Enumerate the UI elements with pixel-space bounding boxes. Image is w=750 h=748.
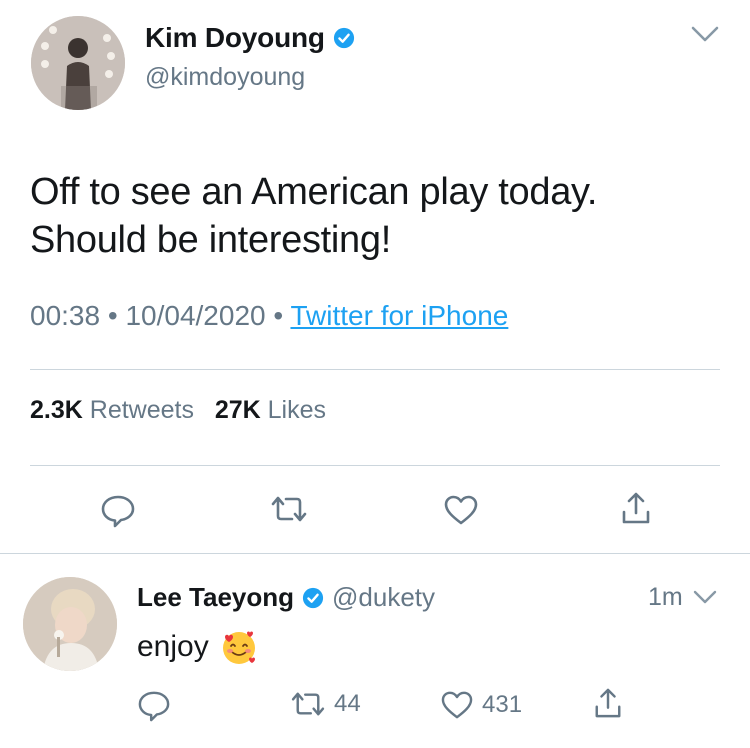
reply-text-content: enjoy (137, 630, 209, 663)
reply-button[interactable] (100, 494, 136, 528)
likes-label[interactable]: Likes (268, 396, 326, 424)
retweets-label[interactable]: Retweets (90, 396, 194, 424)
tweet-source-link[interactable]: Twitter for iPhone (290, 300, 508, 331)
reply-retweet-button[interactable]: 44 (290, 690, 361, 718)
author-name[interactable]: Kim Doyoung (145, 22, 325, 54)
divider (30, 465, 720, 466)
avatar-photo (31, 16, 125, 110)
reply-share-button[interactable] (593, 686, 623, 720)
retweet-icon (291, 692, 325, 716)
reply-author-avatar[interactable] (23, 577, 117, 671)
like-icon (444, 495, 478, 525)
share-icon (595, 688, 621, 718)
avatar-photo (23, 577, 117, 671)
reply-author-handle[interactable]: @dukety (332, 582, 435, 613)
author-avatar[interactable] (31, 16, 125, 110)
reply-like-button[interactable]: 431 (440, 690, 522, 720)
tweet-date: 10/04/2020 (125, 300, 266, 331)
meta-separator: • (107, 300, 118, 331)
share-button[interactable] (620, 490, 652, 526)
smiling-face-with-hearts-icon (222, 631, 255, 664)
reply-author-row: Lee Taeyong @dukety (137, 582, 435, 613)
main-tweet: Kim Doyoung @kimdoyoung Off to see an Am… (0, 0, 750, 553)
likes-count[interactable]: 27K (215, 396, 261, 424)
tweet-stats: 2.3K Retweets 27K Likes (30, 396, 326, 425)
tweet-time: 00:38 (30, 300, 101, 331)
tweet-meta: 00:38 • 10/04/2020 • Twitter for iPhone (30, 300, 508, 332)
tweet-text-line-1: Off to see an American play today. (30, 171, 598, 213)
like-button[interactable] (443, 494, 479, 526)
reply-text: enjoy (137, 627, 259, 667)
retweet-count: 44 (334, 690, 361, 717)
like-icon (441, 691, 473, 719)
reply-icon (138, 691, 170, 722)
share-icon (622, 492, 650, 524)
tweet-text: Off to see an American play today. Shoul… (30, 168, 710, 264)
chevron-down-icon[interactable] (692, 588, 718, 606)
author-name-row: Kim Doyoung (145, 22, 355, 54)
reply-reply-button[interactable] (137, 690, 171, 722)
meta-separator: • (273, 300, 284, 331)
retweet-icon (271, 496, 307, 522)
reply-author-name[interactable]: Lee Taeyong (137, 582, 294, 613)
like-count: 431 (482, 691, 523, 718)
divider (30, 369, 720, 370)
verified-badge-icon (333, 27, 354, 49)
retweet-button[interactable] (270, 494, 308, 524)
retweets-count[interactable]: 2.3K (30, 396, 83, 424)
chevron-down-icon[interactable] (690, 24, 720, 44)
divider (0, 553, 750, 554)
verified-badge-icon (302, 587, 324, 608)
reply-icon (101, 495, 135, 528)
reply-time: 1m (648, 583, 683, 611)
author-handle[interactable]: @kimdoyoung (145, 63, 305, 92)
tweet-text-line-2: Should be interesting! (30, 219, 391, 261)
